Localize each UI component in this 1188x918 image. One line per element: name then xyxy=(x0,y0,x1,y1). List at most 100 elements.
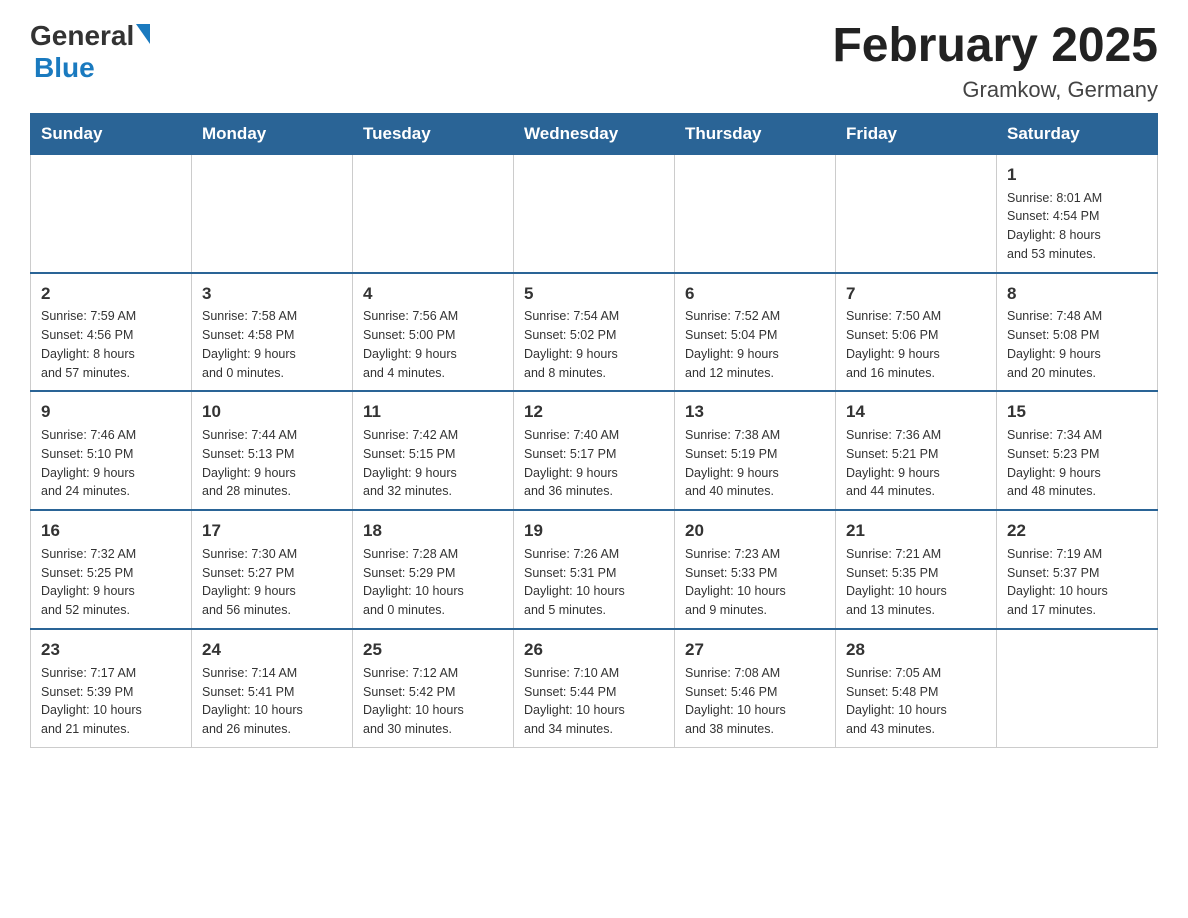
calendar-cell: 6Sunrise: 7:52 AM Sunset: 5:04 PM Daylig… xyxy=(675,273,836,392)
calendar-cell xyxy=(31,154,192,272)
day-info: Sunrise: 7:10 AM Sunset: 5:44 PM Dayligh… xyxy=(524,664,664,739)
calendar-table: SundayMondayTuesdayWednesdayThursdayFrid… xyxy=(30,113,1158,748)
weekday-header-saturday: Saturday xyxy=(997,113,1158,154)
day-info: Sunrise: 7:56 AM Sunset: 5:00 PM Dayligh… xyxy=(363,307,503,382)
calendar-cell: 24Sunrise: 7:14 AM Sunset: 5:41 PM Dayli… xyxy=(192,629,353,747)
day-number: 28 xyxy=(846,638,986,662)
page-subtitle: Gramkow, Germany xyxy=(832,77,1158,103)
calendar-cell: 21Sunrise: 7:21 AM Sunset: 5:35 PM Dayli… xyxy=(836,510,997,629)
day-number: 16 xyxy=(41,519,181,543)
day-info: Sunrise: 7:32 AM Sunset: 5:25 PM Dayligh… xyxy=(41,545,181,620)
day-info: Sunrise: 7:21 AM Sunset: 5:35 PM Dayligh… xyxy=(846,545,986,620)
day-number: 1 xyxy=(1007,163,1147,187)
calendar-cell: 5Sunrise: 7:54 AM Sunset: 5:02 PM Daylig… xyxy=(514,273,675,392)
day-info: Sunrise: 7:19 AM Sunset: 5:37 PM Dayligh… xyxy=(1007,545,1147,620)
calendar-cell: 2Sunrise: 7:59 AM Sunset: 4:56 PM Daylig… xyxy=(31,273,192,392)
day-number: 24 xyxy=(202,638,342,662)
weekday-header-tuesday: Tuesday xyxy=(353,113,514,154)
calendar-cell: 10Sunrise: 7:44 AM Sunset: 5:13 PM Dayli… xyxy=(192,391,353,510)
day-info: Sunrise: 7:12 AM Sunset: 5:42 PM Dayligh… xyxy=(363,664,503,739)
calendar-cell: 16Sunrise: 7:32 AM Sunset: 5:25 PM Dayli… xyxy=(31,510,192,629)
day-number: 4 xyxy=(363,282,503,306)
weekday-header-thursday: Thursday xyxy=(675,113,836,154)
calendar-cell: 19Sunrise: 7:26 AM Sunset: 5:31 PM Dayli… xyxy=(514,510,675,629)
day-number: 3 xyxy=(202,282,342,306)
calendar-week-row: 1Sunrise: 8:01 AM Sunset: 4:54 PM Daylig… xyxy=(31,154,1158,272)
logo-blue-text: Blue xyxy=(34,52,95,83)
day-info: Sunrise: 7:34 AM Sunset: 5:23 PM Dayligh… xyxy=(1007,426,1147,501)
day-info: Sunrise: 7:38 AM Sunset: 5:19 PM Dayligh… xyxy=(685,426,825,501)
logo-general-text: General xyxy=(30,20,134,52)
calendar-cell: 17Sunrise: 7:30 AM Sunset: 5:27 PM Dayli… xyxy=(192,510,353,629)
calendar-cell: 8Sunrise: 7:48 AM Sunset: 5:08 PM Daylig… xyxy=(997,273,1158,392)
calendar-cell: 20Sunrise: 7:23 AM Sunset: 5:33 PM Dayli… xyxy=(675,510,836,629)
calendar-cell: 28Sunrise: 7:05 AM Sunset: 5:48 PM Dayli… xyxy=(836,629,997,747)
calendar-week-row: 9Sunrise: 7:46 AM Sunset: 5:10 PM Daylig… xyxy=(31,391,1158,510)
calendar-cell xyxy=(997,629,1158,747)
calendar-cell xyxy=(836,154,997,272)
weekday-header-wednesday: Wednesday xyxy=(514,113,675,154)
day-number: 14 xyxy=(846,400,986,424)
calendar-cell: 18Sunrise: 7:28 AM Sunset: 5:29 PM Dayli… xyxy=(353,510,514,629)
logo: General Blue xyxy=(30,20,150,84)
day-number: 19 xyxy=(524,519,664,543)
day-info: Sunrise: 7:26 AM Sunset: 5:31 PM Dayligh… xyxy=(524,545,664,620)
weekday-header-monday: Monday xyxy=(192,113,353,154)
title-block: February 2025 Gramkow, Germany xyxy=(832,20,1158,103)
day-number: 17 xyxy=(202,519,342,543)
calendar-cell: 27Sunrise: 7:08 AM Sunset: 5:46 PM Dayli… xyxy=(675,629,836,747)
calendar-cell xyxy=(514,154,675,272)
day-number: 15 xyxy=(1007,400,1147,424)
day-number: 21 xyxy=(846,519,986,543)
day-info: Sunrise: 7:30 AM Sunset: 5:27 PM Dayligh… xyxy=(202,545,342,620)
day-number: 6 xyxy=(685,282,825,306)
day-info: Sunrise: 7:48 AM Sunset: 5:08 PM Dayligh… xyxy=(1007,307,1147,382)
calendar-cell: 3Sunrise: 7:58 AM Sunset: 4:58 PM Daylig… xyxy=(192,273,353,392)
day-number: 12 xyxy=(524,400,664,424)
day-info: Sunrise: 7:05 AM Sunset: 5:48 PM Dayligh… xyxy=(846,664,986,739)
calendar-cell: 25Sunrise: 7:12 AM Sunset: 5:42 PM Dayli… xyxy=(353,629,514,747)
day-info: Sunrise: 8:01 AM Sunset: 4:54 PM Dayligh… xyxy=(1007,189,1147,264)
day-info: Sunrise: 7:50 AM Sunset: 5:06 PM Dayligh… xyxy=(846,307,986,382)
calendar-cell: 23Sunrise: 7:17 AM Sunset: 5:39 PM Dayli… xyxy=(31,629,192,747)
calendar-week-row: 23Sunrise: 7:17 AM Sunset: 5:39 PM Dayli… xyxy=(31,629,1158,747)
page-header: General Blue February 2025 Gramkow, Germ… xyxy=(30,20,1158,103)
day-info: Sunrise: 7:14 AM Sunset: 5:41 PM Dayligh… xyxy=(202,664,342,739)
day-info: Sunrise: 7:23 AM Sunset: 5:33 PM Dayligh… xyxy=(685,545,825,620)
day-number: 11 xyxy=(363,400,503,424)
day-info: Sunrise: 7:17 AM Sunset: 5:39 PM Dayligh… xyxy=(41,664,181,739)
calendar-cell xyxy=(192,154,353,272)
day-info: Sunrise: 7:59 AM Sunset: 4:56 PM Dayligh… xyxy=(41,307,181,382)
calendar-cell: 12Sunrise: 7:40 AM Sunset: 5:17 PM Dayli… xyxy=(514,391,675,510)
day-number: 25 xyxy=(363,638,503,662)
weekday-header-sunday: Sunday xyxy=(31,113,192,154)
calendar-cell xyxy=(353,154,514,272)
day-info: Sunrise: 7:44 AM Sunset: 5:13 PM Dayligh… xyxy=(202,426,342,501)
day-number: 5 xyxy=(524,282,664,306)
day-info: Sunrise: 7:28 AM Sunset: 5:29 PM Dayligh… xyxy=(363,545,503,620)
calendar-cell: 14Sunrise: 7:36 AM Sunset: 5:21 PM Dayli… xyxy=(836,391,997,510)
day-number: 22 xyxy=(1007,519,1147,543)
day-info: Sunrise: 7:42 AM Sunset: 5:15 PM Dayligh… xyxy=(363,426,503,501)
calendar-cell xyxy=(675,154,836,272)
logo-triangle-icon xyxy=(136,24,150,44)
day-number: 27 xyxy=(685,638,825,662)
calendar-cell: 11Sunrise: 7:42 AM Sunset: 5:15 PM Dayli… xyxy=(353,391,514,510)
day-number: 2 xyxy=(41,282,181,306)
day-number: 8 xyxy=(1007,282,1147,306)
day-number: 9 xyxy=(41,400,181,424)
day-info: Sunrise: 7:08 AM Sunset: 5:46 PM Dayligh… xyxy=(685,664,825,739)
day-number: 23 xyxy=(41,638,181,662)
day-number: 26 xyxy=(524,638,664,662)
day-number: 13 xyxy=(685,400,825,424)
day-info: Sunrise: 7:54 AM Sunset: 5:02 PM Dayligh… xyxy=(524,307,664,382)
calendar-week-row: 2Sunrise: 7:59 AM Sunset: 4:56 PM Daylig… xyxy=(31,273,1158,392)
weekday-header-friday: Friday xyxy=(836,113,997,154)
day-info: Sunrise: 7:46 AM Sunset: 5:10 PM Dayligh… xyxy=(41,426,181,501)
calendar-cell: 22Sunrise: 7:19 AM Sunset: 5:37 PM Dayli… xyxy=(997,510,1158,629)
day-info: Sunrise: 7:58 AM Sunset: 4:58 PM Dayligh… xyxy=(202,307,342,382)
calendar-week-row: 16Sunrise: 7:32 AM Sunset: 5:25 PM Dayli… xyxy=(31,510,1158,629)
calendar-cell: 26Sunrise: 7:10 AM Sunset: 5:44 PM Dayli… xyxy=(514,629,675,747)
day-number: 18 xyxy=(363,519,503,543)
day-number: 20 xyxy=(685,519,825,543)
